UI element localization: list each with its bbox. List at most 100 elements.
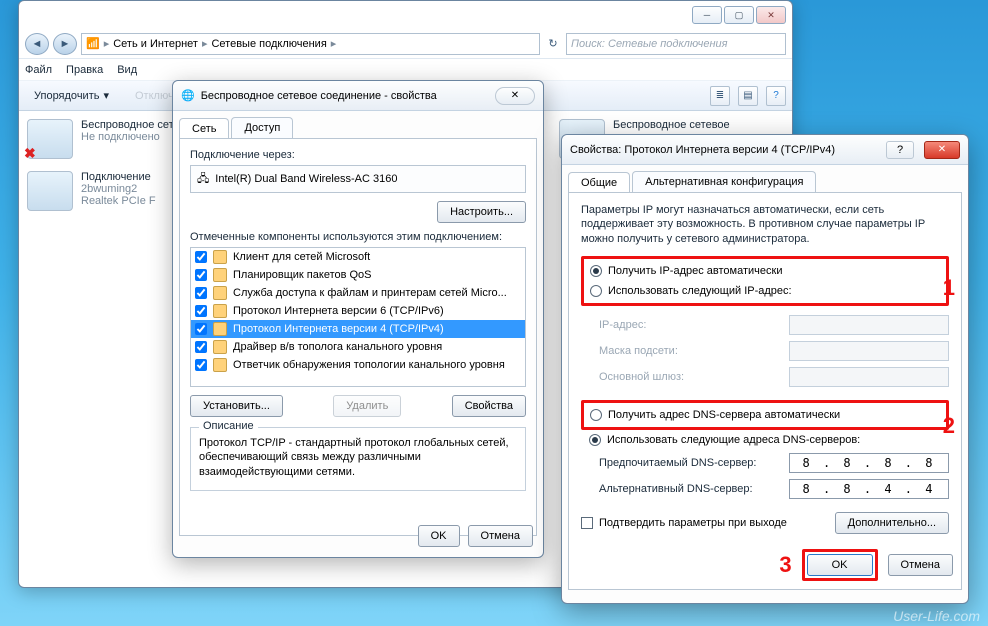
component-checkbox[interactable]: [195, 323, 207, 335]
maximize-button[interactable]: ▢: [724, 6, 754, 24]
list-item[interactable]: Драйвер в/в тополога канального уровня: [191, 338, 525, 356]
breadcrumb-sep: ▸: [200, 37, 210, 50]
list-item[interactable]: Ответчик обнаружения топологии канальног…: [191, 356, 525, 374]
validate-label: Подтвердить параметры при выходе: [599, 517, 787, 529]
close-button[interactable]: ✕: [756, 6, 786, 24]
help-icon[interactable]: ?: [766, 86, 786, 106]
radio-manual-ip[interactable]: [590, 285, 602, 297]
radio-manual-dns[interactable]: [589, 434, 601, 446]
nic-icon: 🖧: [197, 170, 209, 189]
connection-name: Беспроводное сетевое: [613, 119, 730, 131]
component-checkbox[interactable]: [195, 305, 207, 317]
component-checkbox[interactable]: [195, 287, 207, 299]
gateway-label: Основной шлюз:: [599, 371, 684, 383]
component-list[interactable]: Клиент для сетей Microsoft Планировщик п…: [190, 247, 526, 387]
forward-button[interactable]: ►: [53, 33, 77, 55]
radio-row[interactable]: Получить адрес DNS-сервера автоматически: [590, 405, 940, 425]
component-label: Протокол Интернета версии 6 (TCP/IPv6): [233, 305, 444, 317]
component-icon: [213, 304, 227, 318]
ok-button[interactable]: OK: [418, 525, 460, 547]
organize-button[interactable]: Упорядочить ▾: [25, 85, 118, 107]
cancel-button[interactable]: Отмена: [888, 554, 953, 576]
tab-access[interactable]: Доступ: [231, 117, 293, 138]
ok-button[interactable]: OK: [807, 554, 873, 576]
dns2-label: Альтернативный DNS-сервер:: [599, 483, 753, 495]
search-input[interactable]: Поиск: Сетевые подключения: [566, 33, 786, 55]
component-label: Протокол Интернета версии 4 (TCP/IPv4): [233, 323, 444, 335]
preview-pane-icon[interactable]: ▤: [738, 86, 758, 106]
tab-panel: Подключение через: 🖧 Intel(R) Dual Band …: [179, 138, 537, 536]
list-item[interactable]: Планировщик пакетов QoS: [191, 266, 525, 284]
tab-general[interactable]: Общие: [568, 172, 630, 193]
tab-network[interactable]: Сеть: [179, 118, 229, 139]
component-icon: [213, 286, 227, 300]
component-icon: [213, 268, 227, 282]
menubar: Файл Правка Вид: [19, 59, 792, 81]
breadcrumb-item[interactable]: Сетевые подключения: [211, 38, 326, 50]
list-item[interactable]: Протокол Интернета версии 6 (TCP/IPv6): [191, 302, 525, 320]
tab-alternate[interactable]: Альтернативная конфигурация: [632, 171, 816, 192]
configure-button[interactable]: Настроить...: [437, 201, 526, 223]
component-checkbox[interactable]: [195, 359, 207, 371]
minimize-button[interactable]: ─: [692, 6, 722, 24]
breadcrumb[interactable]: 📶 ▸ Сеть и Интернет ▸ Сетевые подключени…: [81, 33, 540, 55]
radio-row[interactable]: Получить IP-адрес автоматически: [590, 261, 940, 281]
validate-row[interactable]: Подтвердить параметры при выходе Дополни…: [581, 512, 949, 534]
description-legend: Описание: [199, 420, 258, 432]
annotation-1: 1: [943, 277, 955, 299]
component-label: Клиент для сетей Microsoft: [233, 251, 370, 263]
radio-label: Использовать следующий IP-адрес:: [608, 285, 792, 297]
components-label: Отмеченные компоненты используются этим …: [190, 231, 526, 243]
description-text: Протокол TCP/IP - стандартный протокол г…: [199, 436, 517, 479]
menu-edit[interactable]: Правка: [66, 64, 103, 76]
annotation-box-2: Получить адрес DNS-сервера автоматически: [581, 400, 949, 430]
annotation-box-3: OK: [802, 549, 878, 581]
dns1-label: Предпочитаемый DNS-сервер:: [599, 457, 756, 469]
list-item-selected[interactable]: Протокол Интернета версии 4 (TCP/IPv4): [191, 320, 525, 338]
ip-description: Параметры IP могут назначаться автоматич…: [581, 203, 949, 246]
adapter-name-box: 🖧 Intel(R) Dual Band Wireless-AC 3160: [190, 165, 526, 193]
dialog-title: Свойства: Протокол Интернета версии 4 (T…: [570, 144, 835, 156]
menu-file[interactable]: Файл: [25, 64, 52, 76]
advanced-button[interactable]: Дополнительно...: [835, 512, 949, 534]
view-options-icon[interactable]: ≣: [710, 86, 730, 106]
back-button[interactable]: ◄: [25, 33, 49, 55]
radio-auto-dns[interactable]: [590, 409, 602, 421]
dns2-field[interactable]: [789, 479, 949, 499]
close-button[interactable]: ✕: [495, 87, 535, 105]
dialog-title: Беспроводное сетевое соединение - свойст…: [201, 90, 437, 102]
install-button[interactable]: Установить...: [190, 395, 283, 417]
help-button[interactable]: ?: [886, 141, 914, 159]
component-checkbox[interactable]: [195, 341, 207, 353]
validate-checkbox[interactable]: [581, 517, 593, 529]
radio-row[interactable]: Использовать следующие адреса DNS-сервер…: [581, 430, 949, 450]
component-checkbox[interactable]: [195, 251, 207, 263]
adapter-icon: [27, 171, 73, 211]
radio-row[interactable]: Использовать следующий IP-адрес:: [590, 281, 940, 301]
organize-label: Упорядочить: [34, 90, 99, 102]
breadcrumb-sep: ▸: [102, 37, 112, 50]
connection-name: Подключение: [81, 171, 156, 183]
properties-button[interactable]: Свойства: [452, 395, 526, 417]
explorer-titlebar: ─ ▢ ✕: [19, 1, 792, 29]
adapter-icon: [27, 119, 73, 159]
gateway-field: [789, 367, 949, 387]
dns1-field[interactable]: [789, 453, 949, 473]
close-button[interactable]: ✕: [924, 141, 960, 159]
list-item[interactable]: Клиент для сетей Microsoft: [191, 248, 525, 266]
cancel-button[interactable]: Отмена: [468, 525, 533, 547]
adapter-properties-dialog: 🌐 Беспроводное сетевое соединение - свой…: [172, 80, 544, 558]
tabs: Сеть Доступ: [179, 117, 537, 138]
component-checkbox[interactable]: [195, 269, 207, 281]
refresh-icon[interactable]: ↻: [544, 37, 562, 50]
ip-label: IP-адрес:: [599, 319, 646, 331]
mask-label: Маска подсети:: [599, 345, 678, 357]
radio-auto-ip[interactable]: [590, 265, 602, 277]
connect-via-label: Подключение через:: [190, 149, 526, 161]
radio-label: Получить адрес DNS-сервера автоматически: [608, 409, 840, 421]
breadcrumb-item[interactable]: Сеть и Интернет: [113, 38, 198, 50]
list-item[interactable]: Служба доступа к файлам и принтерам сете…: [191, 284, 525, 302]
menu-view[interactable]: Вид: [117, 64, 137, 76]
annotation-box-1: Получить IP-адрес автоматически Использо…: [581, 256, 949, 306]
component-icon: [213, 250, 227, 264]
